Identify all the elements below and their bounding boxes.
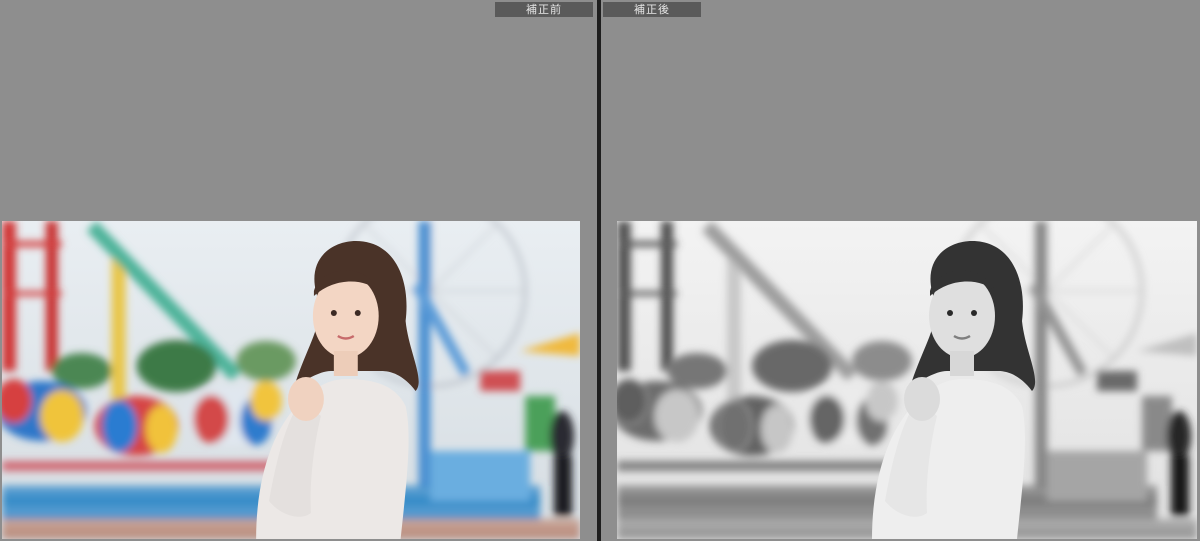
after-panel: 補正後 (601, 0, 1200, 541)
before-label: 補正前 (495, 2, 593, 17)
before-panel: 補正前 (0, 0, 597, 541)
after-photo[interactable] (617, 221, 1197, 539)
before-photo[interactable] (2, 221, 580, 539)
after-label: 補正後 (603, 2, 701, 17)
woman-amusement-park-icon (2, 221, 580, 539)
woman-amusement-park-icon (617, 221, 1197, 539)
